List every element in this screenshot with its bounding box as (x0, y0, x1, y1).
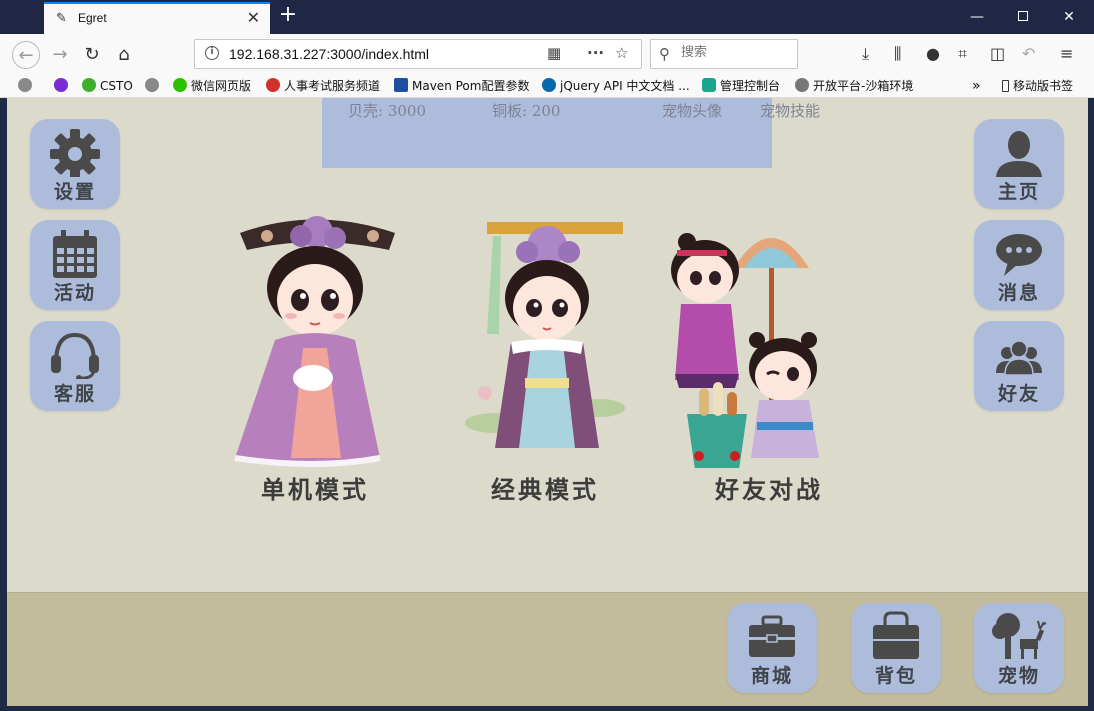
bookmark-admin-console[interactable]: 管理控制台 (702, 77, 780, 95)
menu-icon[interactable]: ≡ (1060, 44, 1073, 64)
classic-label[interactable]: 经典模式 (435, 470, 655, 505)
copper-count: 铜板: 200 (492, 102, 561, 120)
globe-bookmark-icon[interactable] (145, 77, 163, 95)
messages-label: 消息 (997, 282, 1040, 304)
bookmark-star-icon[interactable]: ☆ (615, 44, 628, 62)
chat-bubble-icon (996, 234, 1042, 276)
customer-service-button[interactable]: 客服 (30, 321, 120, 411)
bookmark-open-platform[interactable]: 开放平台-沙箱环境 (795, 77, 913, 95)
friend-battle-label[interactable]: 好友对战 (659, 470, 879, 505)
mobile-icon (1002, 80, 1009, 92)
events-button[interactable]: 活动 (30, 220, 120, 310)
maximize-button[interactable] (1000, 0, 1046, 34)
friend-battle-mode[interactable]: 好友对战 (659, 208, 879, 508)
game-canvas[interactable]: 贝壳: 3000 铜板: 200 宠物头像 宠物技能 设置 活动 客服 主页 消… (7, 98, 1088, 706)
globe-icon (795, 78, 809, 92)
headset-icon (51, 332, 99, 379)
globe-bookmark-icon[interactable] (18, 77, 36, 95)
bookmark-jquery-api[interactable]: jQuery API 中文文档 ... (542, 77, 690, 95)
jquery-icon (542, 78, 556, 92)
chat-extension-icon[interactable]: ● (926, 44, 940, 64)
forward-button[interactable]: → (46, 41, 74, 69)
new-tab-button[interactable]: + (276, 4, 300, 28)
browser-tab[interactable]: ✎ Egret ✕ (44, 2, 270, 34)
messages-button[interactable]: 消息 (974, 220, 1064, 310)
player-info-panel: 贝壳: 3000 铜板: 200 宠物头像 宠物技能 (322, 98, 820, 168)
toolbox-icon (749, 615, 795, 657)
bookmark-wechat[interactable]: 微信网页版 (173, 77, 251, 95)
friends-icon (996, 340, 1042, 376)
minimize-button[interactable]: — (954, 0, 1000, 34)
settings-label: 设置 (53, 181, 96, 203)
purple-bookmark-icon[interactable] (54, 77, 72, 95)
download-icon[interactable]: ⤓ (862, 44, 869, 64)
pet-avatar-label[interactable]: 宠物头像 (662, 100, 722, 121)
undo-icon[interactable]: ↶ (1022, 44, 1035, 64)
backpack-button[interactable]: 背包 (851, 603, 941, 693)
backpack-label: 背包 (874, 665, 917, 687)
home-page-label: 主页 (997, 181, 1040, 203)
search-bar[interactable]: ⚲ (650, 39, 798, 69)
bookmark-csto[interactable]: CSTO (82, 77, 133, 95)
tab-title: Egret (78, 11, 107, 25)
friend-battle-characters-image (671, 233, 819, 468)
reload-button[interactable]: ↻ (78, 41, 106, 69)
close-window-button[interactable]: ✕ (1046, 0, 1092, 34)
customer-service-label: 客服 (53, 383, 96, 405)
classic-mode[interactable]: 经典模式 (435, 208, 655, 508)
classic-character-image (465, 222, 625, 448)
more-bookmarks-icon[interactable]: » (972, 77, 981, 95)
search-icon: ⚲ (659, 45, 670, 63)
sidebar-icon[interactable]: ◫ (990, 44, 1005, 64)
tab-close-icon[interactable]: ✕ (247, 9, 260, 27)
library-icon[interactable]: ⫼ (894, 44, 901, 64)
page-actions-icon[interactable]: ··· (587, 44, 604, 62)
window-titlebar: ✎ Egret ✕ + — ✕ (0, 0, 1094, 34)
gear-icon (50, 129, 100, 177)
mobile-bookmarks[interactable]: 移动版书签 (1002, 77, 1073, 95)
events-label: 活动 (53, 282, 96, 304)
shop-label: 商城 (750, 665, 793, 687)
home-button[interactable]: ⌂ (110, 41, 138, 69)
wechat-icon (173, 78, 187, 92)
qr-code-icon[interactable]: ▦ (547, 44, 561, 62)
tree-deer-icon (992, 613, 1047, 659)
user-icon (996, 131, 1042, 177)
address-bar[interactable]: i 192.168.31.227:3000/index.html ▦ ··· ☆ (194, 39, 642, 69)
single-player-label[interactable]: 单机模式 (205, 470, 425, 505)
bookmarks-toolbar: CSTO 微信网页版 人事考试服务频道 Maven Pom配置参数 jQuery… (0, 74, 1094, 98)
single-player-character-image (234, 216, 395, 467)
csto-icon (82, 78, 96, 92)
pet-button[interactable]: 宠物 (974, 603, 1064, 693)
search-input[interactable] (681, 45, 791, 60)
single-player-mode[interactable]: 单机模式 (205, 208, 425, 508)
egret-favicon-icon: ✎ (56, 11, 67, 26)
url-text[interactable]: 192.168.31.227:3000/index.html (229, 46, 429, 62)
maven-icon (394, 78, 408, 92)
pet-skill-label[interactable]: 宠物技能 (760, 100, 820, 121)
calendar-icon (53, 230, 97, 278)
exam-icon (266, 78, 280, 92)
pet-label: 宠物 (997, 665, 1040, 687)
shell-count: 贝壳: 3000 (348, 102, 426, 120)
bookmark-maven-pom[interactable]: Maven Pom配置参数 (394, 77, 529, 95)
back-button[interactable]: ← (12, 41, 40, 69)
navigation-toolbar: ← → ↻ ⌂ i 192.168.31.227:3000/index.html… (0, 34, 1094, 74)
home-page-button[interactable]: 主页 (974, 119, 1064, 209)
shop-button[interactable]: 商城 (727, 603, 817, 693)
bookmark-personnel-exam[interactable]: 人事考试服务频道 (266, 77, 380, 95)
friends-button[interactable]: 好友 (974, 321, 1064, 411)
settings-button[interactable]: 设置 (30, 119, 120, 209)
screenshot-icon[interactable]: ⌗ (958, 44, 967, 64)
bag-icon (873, 611, 919, 659)
site-info-icon[interactable]: i (205, 46, 219, 60)
console-icon (702, 78, 716, 92)
friends-label: 好友 (997, 383, 1040, 405)
